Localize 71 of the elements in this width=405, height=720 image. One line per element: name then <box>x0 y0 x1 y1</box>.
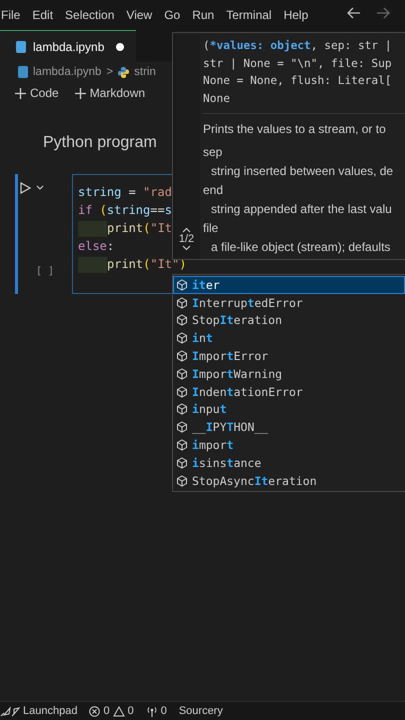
suggestion-item[interactable]: ImportWarning <box>173 364 405 383</box>
menu-item[interactable]: Run <box>192 8 222 22</box>
suggestion-item[interactable]: iter <box>173 276 405 294</box>
suggestion-item[interactable]: InterruptedError <box>173 294 405 312</box>
warning-count[interactable]: 0 <box>128 705 134 717</box>
python-icon <box>118 66 130 78</box>
cube-icon <box>176 403 188 416</box>
menu-item[interactable]: Help <box>284 8 316 22</box>
code-line: print("It <box>78 219 172 237</box>
parameter-name: sep <box>203 144 222 161</box>
cube-icon <box>176 368 188 380</box>
breadcrumb-item[interactable]: strin <box>134 66 156 78</box>
code-line: string = "rad <box>78 184 172 201</box>
menu-item[interactable]: Terminal <box>226 8 279 22</box>
notebook-file-icon <box>18 66 28 78</box>
menu-item[interactable]: Selection <box>65 8 122 22</box>
suggestion-item[interactable]: int <box>173 329 405 348</box>
tab-label: lambda.ipynb <box>33 40 104 54</box>
ports-count[interactable]: 0 <box>160 705 167 717</box>
execution-count: [ ] <box>36 266 54 277</box>
cube-icon <box>176 296 188 309</box>
suggestion-item[interactable]: StopAsyncIteration <box>173 472 405 490</box>
parameter-description: a file-like object (stream); defaults <box>210 239 390 256</box>
menu-item[interactable]: Edit <box>32 8 60 22</box>
suggestion-item[interactable]: __IPYTHON__ <box>173 418 405 436</box>
cube-icon <box>176 474 188 487</box>
plus-icon <box>15 88 26 98</box>
cube-icon <box>176 314 188 326</box>
cube-icon <box>176 332 188 344</box>
suggestion-item[interactable]: ImportError <box>173 347 405 365</box>
error-icon <box>89 706 100 716</box>
docstring-text: Prints the values to a stream, or to <box>203 121 386 138</box>
chevron-down-icon[interactable] <box>182 245 191 251</box>
error-count[interactable]: 0 <box>103 705 110 717</box>
plus-icon <box>74 88 86 98</box>
chevron-up-icon[interactable] <box>182 227 191 233</box>
cube-icon <box>176 456 188 469</box>
add-cell-button[interactable]: Code <box>12 86 62 100</box>
add-cell-button[interactable]: Markdown <box>72 86 148 100</box>
code-line: else: <box>78 238 114 255</box>
cube-icon <box>176 386 188 398</box>
run-icon[interactable] <box>20 182 31 194</box>
menu-item[interactable]: Go <box>164 8 188 22</box>
menu-item[interactable]: View <box>126 8 160 22</box>
suggestion-item[interactable]: IndentationError <box>173 382 405 401</box>
notebook-file-icon <box>16 40 26 52</box>
code-line: if (string==s <box>78 202 172 219</box>
suggestion-item[interactable]: input <box>173 400 405 418</box>
antenna-icon <box>146 706 158 716</box>
parameter-name: file <box>203 220 218 237</box>
cube-icon <box>176 350 188 362</box>
breadcrumb-separator: > <box>106 66 114 78</box>
overload-counter: 1/2 <box>178 233 194 245</box>
parameter-description: string appended after the last valu <box>210 201 392 218</box>
parameter-name: end <box>203 182 224 199</box>
suggestion-item[interactable]: import <box>173 436 405 454</box>
cube-icon <box>176 421 188 434</box>
status-item[interactable]: Sourcery <box>178 705 223 717</box>
suggestion-item[interactable]: StopIteration <box>173 312 405 330</box>
cube-icon <box>176 278 188 291</box>
warning-icon <box>112 706 125 716</box>
chevron-down-icon[interactable] <box>36 185 44 191</box>
editor-tab[interactable]: lambda.ipynb <box>0 30 136 62</box>
parameter-description: string inserted between values, de <box>210 163 394 180</box>
status-item[interactable]: Launchpad <box>23 705 78 717</box>
suggestion-item[interactable]: isinstance <box>173 454 405 472</box>
menu-item[interactable]: File <box>1 8 28 22</box>
function-signature: (*values: object, sep: str | str | None = "\n", file: Sup None = None, flush: Literal[ None <box>203 33 405 114</box>
markdown-heading: Python program <box>43 133 157 153</box>
breadcrumb-item[interactable]: lambda.ipynb <box>33 66 102 78</box>
cube-icon <box>176 439 188 452</box>
